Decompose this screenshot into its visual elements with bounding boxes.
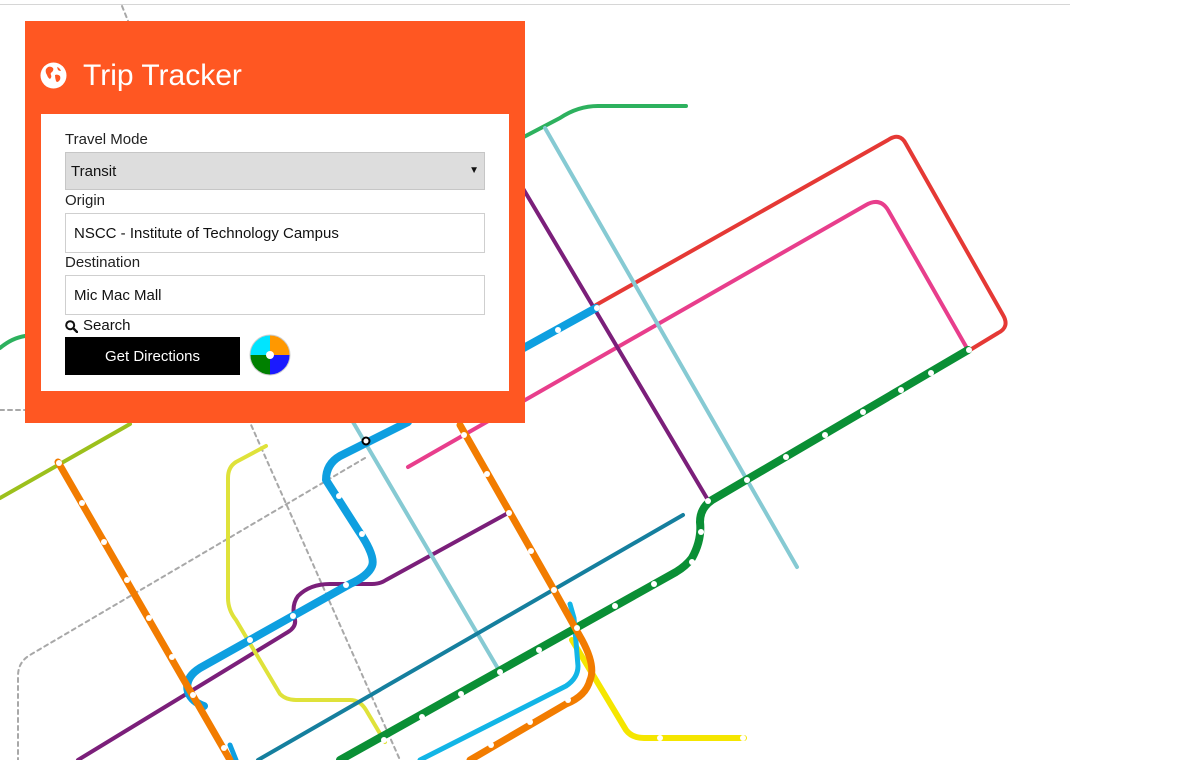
station	[594, 305, 600, 311]
station	[381, 737, 387, 743]
station	[536, 647, 542, 653]
origin-label: Origin	[65, 192, 106, 209]
station	[458, 691, 464, 697]
panel-header: Trip Tracker	[25, 21, 525, 114]
station	[860, 409, 866, 415]
travel-mode-label: Travel Mode	[65, 131, 148, 148]
station	[966, 347, 972, 353]
station	[488, 742, 494, 748]
map-line-orange-2	[456, 421, 596, 764]
search-icon	[65, 319, 78, 333]
map-line-green-stub	[0, 334, 27, 350]
app-title: Trip Tracker	[83, 59, 242, 92]
station	[657, 735, 663, 741]
map-line-purple-2	[76, 511, 510, 762]
map-line-purple	[516, 178, 710, 502]
station	[928, 370, 934, 376]
spinner-icon	[249, 334, 291, 376]
station	[124, 577, 130, 583]
station	[506, 510, 512, 516]
travel-mode-value: Transit	[71, 163, 117, 180]
top-divider	[0, 4, 1070, 5]
station	[343, 582, 349, 588]
station	[190, 692, 196, 698]
chevron-down-icon: ▼	[469, 165, 479, 176]
globe-icon	[40, 62, 67, 89]
station	[698, 529, 704, 535]
station	[822, 432, 828, 438]
search-link[interactable]: Search	[65, 317, 131, 335]
station	[101, 539, 107, 545]
map-line-olive-yellow	[226, 444, 387, 744]
station	[651, 581, 657, 587]
station	[898, 387, 904, 393]
map-line-light-teal	[543, 126, 799, 569]
station	[146, 615, 152, 621]
station	[565, 697, 571, 703]
station	[612, 603, 618, 609]
station	[528, 548, 534, 554]
station	[79, 500, 85, 506]
map-line-lime	[0, 422, 132, 500]
station	[336, 493, 342, 499]
station	[290, 613, 296, 619]
station	[574, 625, 580, 631]
travel-mode-select[interactable]: Transit ▼	[65, 152, 485, 190]
station	[56, 460, 62, 466]
origin-input[interactable]	[65, 213, 485, 253]
station	[221, 745, 227, 751]
current-location-marker	[361, 436, 371, 446]
station	[551, 587, 557, 593]
station	[744, 477, 750, 483]
destination-input[interactable]	[65, 275, 485, 315]
station	[247, 637, 253, 643]
station	[783, 454, 789, 460]
get-directions-button[interactable]: Get Directions	[65, 337, 240, 375]
station	[555, 327, 561, 333]
destination-label: Destination	[65, 254, 141, 271]
search-label: Search	[83, 317, 131, 334]
station	[740, 735, 746, 741]
station	[169, 654, 175, 660]
map-line-cyan	[417, 601, 581, 763]
station	[497, 669, 503, 675]
station	[359, 531, 365, 537]
station	[419, 714, 425, 720]
station	[689, 559, 695, 565]
station	[484, 471, 490, 477]
trip-tracker-panel: Trip Tracker Travel Mode Transit ▼ Origi…	[25, 21, 525, 423]
trip-form: Travel Mode Transit ▼ Origin Destination…	[41, 114, 509, 391]
station	[705, 498, 711, 504]
station	[527, 719, 533, 725]
map-line-yellow	[569, 637, 747, 741]
map-line-orange	[54, 458, 234, 764]
station	[461, 432, 467, 438]
map-line-emerald	[516, 104, 688, 142]
